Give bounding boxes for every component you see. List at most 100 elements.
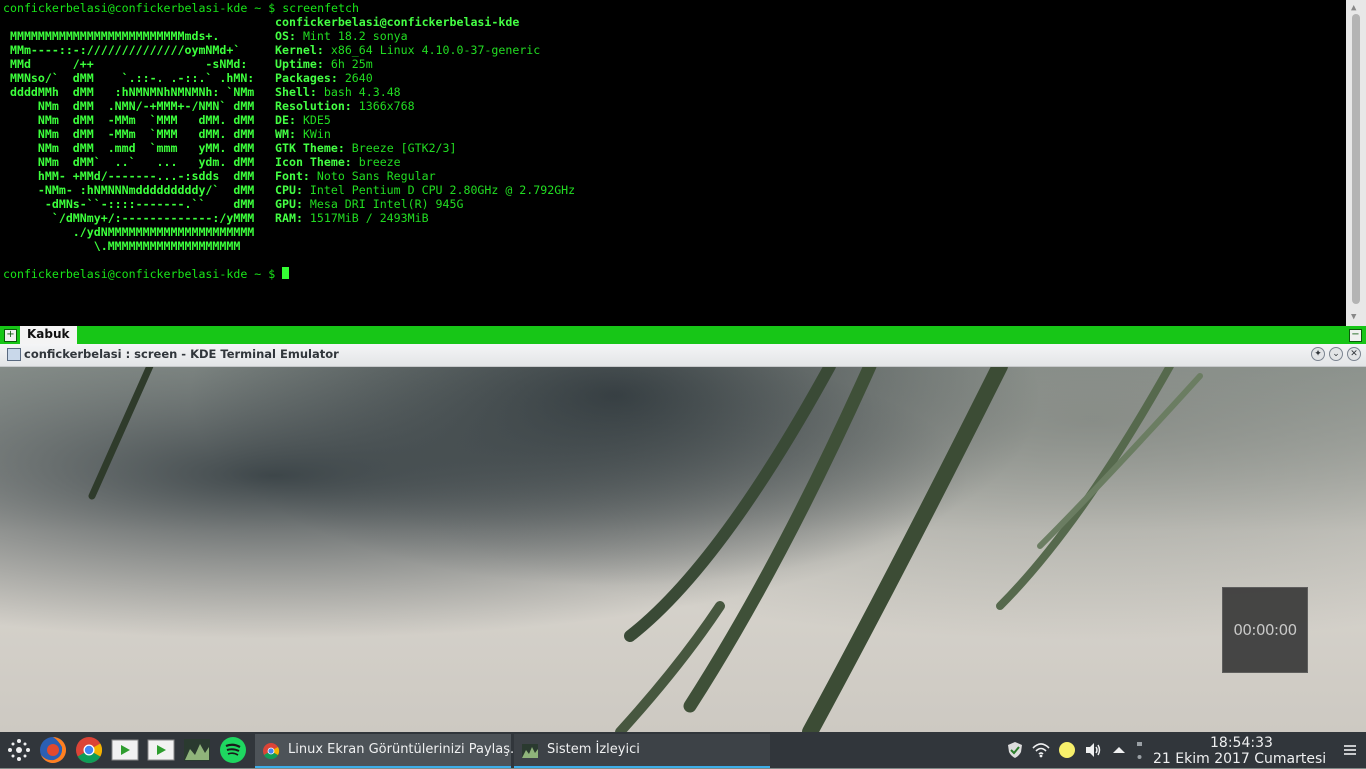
ascii-logo-line: MMm----::-://////////////oymNMd+` [3,43,241,57]
info-key: GPU: [275,197,303,211]
host-name: confickerbelasi@confickerbelasi-kde [275,15,520,29]
window-title: confickerbelasi : screen - KDE Terminal … [24,347,339,361]
system-info-row: RAM: 1517MiB / 2493MiB [275,211,429,225]
window-titlebar[interactable]: confickerbelasi : screen - KDE Terminal … [0,344,1366,367]
info-value: Intel Pentium D CPU 2.80GHz @ 2.792GHz [309,183,576,197]
firefox-icon[interactable] [38,735,68,765]
brightness-icon[interactable] [1058,741,1076,759]
ascii-logo-line: MMNso/` dMM `.::-. .-::.` .hMN: [3,71,255,85]
clock-date[interactable]: 21 Ekim 2017 Cumartesi [1153,751,1326,767]
info-value: x86_64 Linux 4.10.0-37-generic [330,43,541,57]
system-info-row: GTK Theme: Breeze [GTK2/3] [275,141,457,155]
system-info-row: Uptime: 6h 25m [275,57,373,71]
system-info-row: GPU: Mesa DRI Intel(R) 945G [275,197,463,211]
system-info-row: Icon Theme: breeze [275,155,401,169]
ascii-logo-line: MMMMMMMMMMMMMMMMMMMMMMMMMmds+. [3,29,220,43]
system-info-row: Resolution: 1366x768 [275,99,415,113]
ascii-logo-line: ddddMMh dMM :hNMNMNhNMNMNh: `NMm [3,85,255,99]
info-key: Uptime: [275,57,324,71]
tray-expand-icon[interactable] [1110,741,1128,759]
minimize-button[interactable]: ⌄ [1329,347,1343,361]
timer-display: 00:00:00 [1233,621,1297,639]
system-monitor-icon[interactable] [182,735,212,765]
info-key: OS: [275,29,296,43]
ascii-logo-line: NMm dMM .mmd `mmm yMM. dMM [3,141,255,155]
scroll-up-icon[interactable]: ▲ [1351,1,1356,15]
task-chrome[interactable]: Linux Ekran Görüntülerinizi Paylaş... [255,734,522,768]
info-key: GTK Theme: [275,141,345,155]
info-key: WM: [275,127,296,141]
clock-time[interactable]: 18:54:33 [1210,735,1273,751]
info-value: Noto Sans Regular [316,169,436,183]
scrollbar[interactable]: ▲ ▼ [1346,0,1366,326]
system-info-row: CPU: Intel Pentium D CPU 2.80GHz @ 2.792… [275,183,575,197]
scroll-thumb[interactable] [1352,14,1360,304]
system-info-row: OS: Mint 18.2 sonya [275,29,408,43]
info-value: bash 4.3.48 [323,85,401,99]
command-line: confickerbelasi@confickerbelasi-kde ~ $ … [3,1,359,15]
info-value: Mesa DRI Intel(R) 945G [309,197,464,211]
system-monitor-icon [521,742,539,760]
media-player-icon[interactable] [110,735,140,765]
keep-above-button[interactable]: ✦ [1311,347,1325,361]
ascii-logo-line: \.MMMMMMMMMMMMMMMMMMM [3,239,241,253]
media-player-2-icon[interactable] [146,735,176,765]
chrome-icon [262,742,280,760]
security-shield-icon[interactable] [1006,741,1024,759]
system-info-row: DE: KDE5 [275,113,331,127]
spotify-icon[interactable] [218,735,248,765]
tab-kabuk[interactable]: Kabuk [20,326,77,344]
info-key: CPU: [275,183,303,197]
scroll-down-icon[interactable]: ▼ [1351,310,1356,324]
close-button[interactable]: ✕ [1347,347,1361,361]
info-value: Mint 18.2 sonya [302,29,408,43]
panel-menu-icon[interactable] [1341,741,1359,759]
info-key: DE: [275,113,296,127]
info-value: Breeze [GTK2/3] [351,141,457,155]
text-cursor [282,267,289,279]
info-key: Packages: [275,71,338,85]
ascii-logo-line: NMm dMM -MMm `MMM dMM. dMM [3,127,255,141]
application-menu-icon[interactable] [4,735,34,765]
ascii-logo-line: ./ydNMMMMMMMMMMMMMMMMMMMMM [3,225,255,239]
lock-icon [1136,738,1144,759]
tab-bar: + Kabuk − [0,326,1366,344]
info-key: Resolution: [275,99,352,113]
close-tab-button[interactable]: − [1349,329,1362,342]
system-info-row: Packages: 2640 [275,71,373,85]
info-value: 6h 25m [330,57,373,71]
ascii-logo-line: -NMm- :hNMNNNmdddddddddy/` dMM [3,183,255,197]
system-info-row: Font: Noto Sans Regular [275,169,436,183]
info-value: KDE5 [302,113,331,127]
info-key: RAM: [275,211,303,225]
info-key: Font: [275,169,310,183]
ascii-logo-line: `/dMNmy+/:-------------:/yMMM [3,211,255,225]
task-label: Linux Ekran Görüntülerinizi Paylaş... [288,742,523,757]
prompt-line: confickerbelasi@confickerbelasi-kde ~ $ [3,267,283,281]
system-info-row: Shell: bash 4.3.48 [275,85,401,99]
ascii-logo-line: NMm dMM -MMm `MMM dMM. dMM [3,113,255,127]
terminal-view[interactable]: confickerbelasi@confickerbelasi-kde ~ $ … [0,0,1366,326]
info-value: breeze [358,155,401,169]
chrome-icon[interactable] [74,735,104,765]
desktop-wallpaper [0,366,1366,732]
task-label: Sistem İzleyici [547,742,640,757]
terminal-icon [7,348,21,361]
wifi-icon[interactable] [1032,741,1050,759]
info-key: Icon Theme: [275,155,352,169]
new-tab-button[interactable]: + [4,329,17,342]
ascii-logo-line: NMm dMM` ..` ... ydm. dMM [3,155,255,169]
ascii-logo-line: NMm dMM .NMN/-+MMM+-/NMN` dMM [3,99,255,113]
info-value: 1517MiB / 2493MiB [309,211,429,225]
volume-icon[interactable] [1084,741,1102,759]
info-value: 2640 [344,71,373,85]
system-info-row: WM: KWin [275,127,331,141]
ascii-logo-line: -dMNs-``-::::-------.`` dMM [3,197,255,211]
task-system-monitor[interactable]: Sistem İzleyici [514,734,770,768]
info-key: Kernel: [275,43,324,57]
info-key: Shell: [275,85,317,99]
taskbar: Linux Ekran Görüntülerinizi Paylaş... Si… [0,732,1366,768]
timer-widget[interactable]: 00:00:00 [1222,587,1308,673]
ascii-logo-line: hMM- +MMd/-------...-:sdds dMM [3,169,255,183]
info-value: KWin [302,127,331,141]
